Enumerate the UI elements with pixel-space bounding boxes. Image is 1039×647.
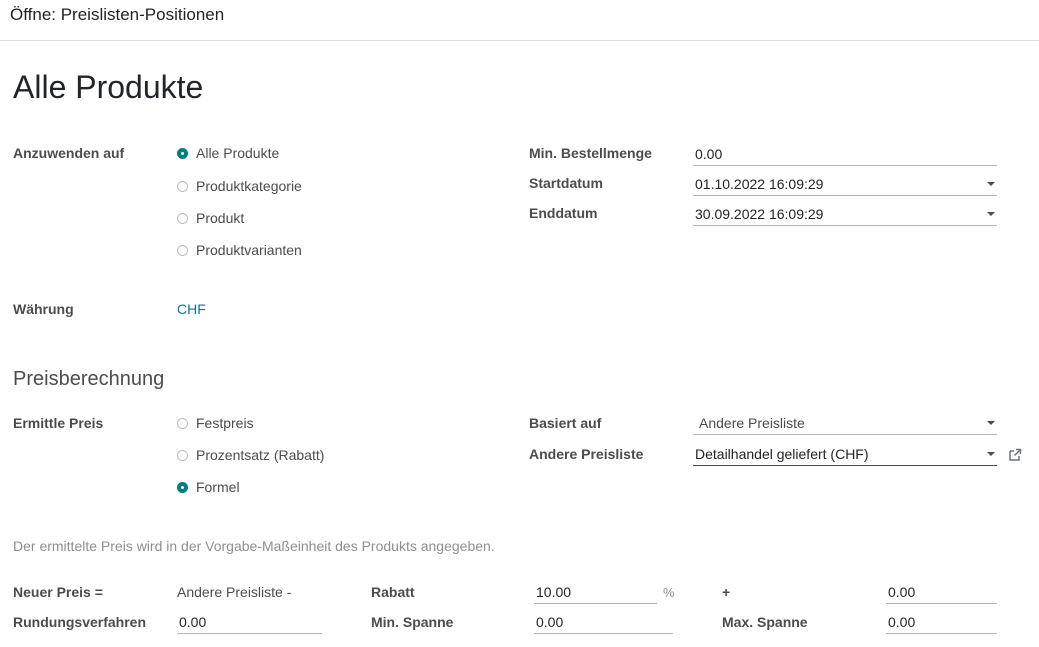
other-pricelist-label: Andere Preisliste: [529, 446, 644, 462]
other-pricelist-value: Detailhandel geliefert (CHF): [695, 446, 869, 462]
caret-down-icon[interactable]: [987, 212, 995, 216]
based-on-label: Basiert auf: [529, 415, 602, 431]
price-hint-text: Der ermittelte Preis wird in der Vorgabe…: [13, 538, 495, 554]
radio-label: Festpreis: [196, 415, 254, 431]
start-date-label: Startdatum: [529, 175, 603, 191]
max-margin-input[interactable]: 0.00: [886, 612, 997, 634]
caret-down-icon[interactable]: [987, 452, 995, 456]
new-price-text: Andere Preisliste -: [177, 584, 292, 600]
new-price-label: Neuer Preis =: [13, 584, 103, 600]
min-qty-input[interactable]: 0.00: [693, 144, 997, 166]
end-date-label: Enddatum: [529, 205, 598, 221]
start-date-value: 01.10.2022 16:09:29: [695, 176, 824, 192]
external-link-icon[interactable]: [1008, 448, 1022, 462]
radio-label: Produkt: [196, 210, 245, 226]
max-margin-label: Max. Spanne: [722, 614, 808, 630]
caret-down-icon[interactable]: [987, 182, 995, 186]
surcharge-plus-label: +: [722, 584, 731, 600]
radio-unchecked-icon[interactable]: [177, 212, 188, 224]
min-qty-label: Min. Bestellmenge: [529, 145, 652, 161]
radio-fixed-price[interactable]: Festpreis: [177, 415, 254, 431]
radio-label: Produktkategorie: [196, 178, 302, 194]
record-title: Alle Produkte: [13, 69, 204, 105]
dialog-title: Öffne: Preislisten-Positionen: [10, 5, 225, 24]
rounding-input[interactable]: 0.00: [177, 612, 322, 634]
radio-checked-icon[interactable]: [177, 147, 188, 159]
radio-all-products[interactable]: Alle Produkte: [177, 145, 279, 161]
start-date-input[interactable]: 01.10.2022 16:09:29: [693, 174, 997, 196]
radio-product-variants[interactable]: Produktvarianten: [177, 242, 302, 258]
radio-percentage[interactable]: Prozentsatz (Rabatt): [177, 447, 324, 463]
currency-link[interactable]: CHF: [177, 301, 206, 317]
percent-sign: %: [663, 585, 675, 600]
radio-checked-icon[interactable]: [177, 481, 188, 493]
radio-unchecked-icon[interactable]: [177, 180, 188, 192]
rounding-label: Rundungsverfahren: [13, 614, 147, 630]
min-margin-label: Min. Spanne: [371, 614, 454, 630]
other-pricelist-select[interactable]: Detailhandel geliefert (CHF): [693, 444, 997, 466]
radio-product[interactable]: Produkt: [177, 210, 244, 226]
compute-price-label: Ermittle Preis: [13, 415, 104, 431]
surcharge-input[interactable]: 0.00: [886, 582, 997, 604]
radio-product-category[interactable]: Produktkategorie: [177, 178, 302, 194]
end-date-input[interactable]: 30.09.2022 16:09:29: [693, 204, 997, 226]
radio-unchecked-icon[interactable]: [177, 417, 188, 429]
based-on-value: Andere Preisliste: [699, 415, 805, 431]
radio-label: Alle Produkte: [196, 145, 280, 161]
radio-formula[interactable]: Formel: [177, 479, 240, 495]
discount-input[interactable]: 10.00: [534, 582, 657, 604]
currency-label: Währung: [13, 301, 74, 317]
end-date-value: 30.09.2022 16:09:29: [695, 206, 824, 222]
section-title-price-computation: Preisberechnung: [13, 368, 165, 390]
discount-label: Rabatt: [371, 584, 415, 600]
caret-down-icon[interactable]: [987, 421, 995, 425]
radio-label: Prozentsatz (Rabatt): [196, 447, 325, 463]
apply-on-label: Anzuwenden auf: [13, 145, 125, 161]
radio-label: Formel: [196, 479, 240, 495]
min-margin-input[interactable]: 0.00: [534, 612, 673, 634]
radio-label: Produktvarianten: [196, 242, 302, 258]
radio-unchecked-icon[interactable]: [177, 244, 188, 256]
based-on-select[interactable]: Andere Preisliste: [693, 413, 997, 435]
radio-unchecked-icon[interactable]: [177, 449, 188, 461]
